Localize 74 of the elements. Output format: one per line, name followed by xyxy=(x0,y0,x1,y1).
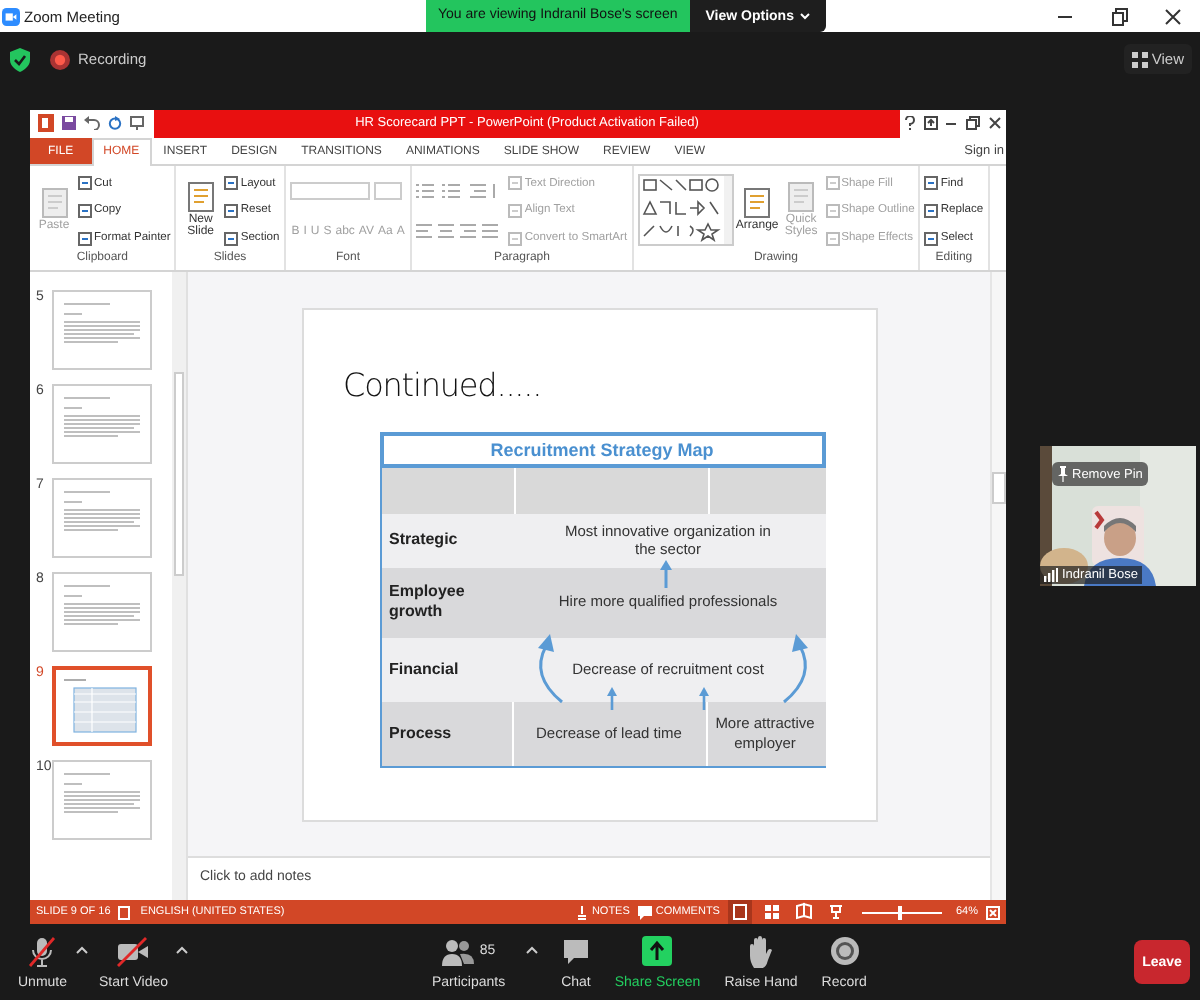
font-name-field[interactable] xyxy=(289,182,370,201)
slide-thumbnail[interactable] xyxy=(52,571,152,652)
microphone-icon xyxy=(28,935,57,967)
scrollbar[interactable] xyxy=(172,271,186,901)
ribbon-display-icon[interactable] xyxy=(923,116,938,131)
normal-view-icon[interactable] xyxy=(727,900,752,924)
document-icon xyxy=(187,181,214,212)
document-icon xyxy=(788,181,815,212)
slide-thumbnail[interactable] xyxy=(52,477,152,558)
row-label: Employee growth xyxy=(387,579,467,625)
document-icon xyxy=(825,231,840,245)
document-icon xyxy=(924,203,939,218)
font-size-field[interactable] xyxy=(373,182,402,201)
recording-icon xyxy=(50,49,70,69)
document-icon xyxy=(924,176,939,191)
slide-thumbnail[interactable] xyxy=(52,759,152,840)
row-label: Financial xyxy=(387,657,461,682)
slide-thumbnail[interactable] xyxy=(52,383,152,464)
document-icon xyxy=(224,203,239,218)
caret-icon[interactable] xyxy=(176,945,189,953)
caret-icon xyxy=(799,12,810,20)
help-icon[interactable] xyxy=(903,116,916,131)
document-icon xyxy=(78,176,92,191)
caret-icon[interactable] xyxy=(525,945,538,953)
up-arrow xyxy=(698,686,708,710)
slider-thumb[interactable] xyxy=(897,905,902,920)
document-icon xyxy=(78,203,92,218)
document-icon xyxy=(78,231,92,245)
document-icon xyxy=(825,203,840,218)
pin-icon xyxy=(1058,466,1068,482)
up-arrow xyxy=(659,559,671,588)
slide-sorter-icon[interactable] xyxy=(759,900,784,924)
slide-thumbnail[interactable] xyxy=(52,665,152,746)
signal-icon xyxy=(1044,568,1058,582)
row-label: Process xyxy=(381,701,513,766)
restore-icon[interactable] xyxy=(1110,7,1128,25)
fit-slide-icon[interactable] xyxy=(986,905,1000,920)
caret-icon[interactable] xyxy=(75,945,88,953)
curved-arrow xyxy=(782,633,807,703)
undo-icon[interactable] xyxy=(84,116,100,131)
reading-view-icon[interactable] xyxy=(791,900,816,924)
video-camera-icon xyxy=(116,935,151,967)
speech-bubble-icon xyxy=(561,937,590,965)
slide-title: Continued..... xyxy=(343,363,544,408)
row-label: Strategic xyxy=(387,528,460,553)
comment-icon xyxy=(637,905,652,920)
close-icon[interactable] xyxy=(1164,7,1182,25)
redo-icon[interactable] xyxy=(108,116,122,131)
document-icon xyxy=(41,188,67,219)
up-arrow xyxy=(606,686,616,710)
record-icon xyxy=(829,936,860,966)
document-icon xyxy=(825,176,840,191)
document-icon xyxy=(508,176,523,191)
shapes-gallery-drawing[interactable] xyxy=(637,174,734,247)
curved-arrow xyxy=(537,633,562,703)
people-icon xyxy=(441,937,474,965)
document-icon xyxy=(224,176,239,191)
grid-icon xyxy=(1131,51,1148,67)
slide-thumbnail[interactable] xyxy=(52,289,152,370)
save-icon[interactable] xyxy=(62,116,76,131)
shield-icon[interactable] xyxy=(10,47,30,71)
restore-icon[interactable] xyxy=(966,116,981,131)
table-title: Recruitment Strategy Map xyxy=(379,431,825,468)
document-icon xyxy=(508,231,523,245)
share-screen-icon xyxy=(642,936,673,966)
notes-icon xyxy=(575,905,588,920)
document-icon xyxy=(924,231,939,245)
document-icon xyxy=(508,203,523,218)
hand-icon xyxy=(748,935,773,967)
presentation-icon[interactable] xyxy=(130,116,144,131)
scrollbar[interactable] xyxy=(990,271,1006,901)
close-icon[interactable] xyxy=(988,116,1003,131)
document-icon xyxy=(744,188,771,219)
document-icon xyxy=(224,231,239,245)
